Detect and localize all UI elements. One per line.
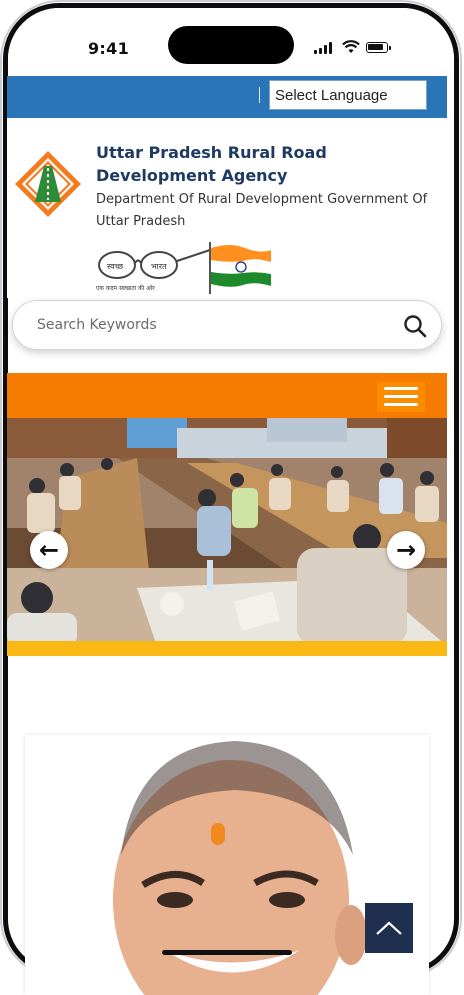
department-subtitle: Department Of Rural Development Governme… xyxy=(96,192,428,229)
search-input[interactable] xyxy=(35,316,339,334)
search-icon[interactable] xyxy=(403,314,427,338)
chevron-up-icon xyxy=(376,921,402,935)
dynamic-island xyxy=(168,26,294,64)
agency-logo[interactable] xyxy=(14,150,82,218)
status-time: 9:41 xyxy=(88,39,129,58)
slider-accent-bar xyxy=(7,641,447,656)
wifi-icon xyxy=(342,40,360,53)
swachh-left-text: स्वच्छ xyxy=(107,262,124,271)
swachh-tagline: एक कदम स्वच्छता की ओर xyxy=(96,284,155,292)
hero-slider: ← → xyxy=(7,418,447,646)
india-flag-icon xyxy=(209,242,271,294)
status-bar: 9:41 xyxy=(8,8,454,82)
battery-icon xyxy=(366,42,391,53)
home-indicator xyxy=(162,950,292,955)
signal-icon xyxy=(314,42,332,54)
swachh-bharat-logo: स्वच्छ भारत एक कदम स्वच्छता की ओर xyxy=(96,248,214,292)
menu-icon[interactable] xyxy=(377,382,425,412)
main-navbar xyxy=(7,373,447,418)
agency-title[interactable]: Uttar Pradesh Rural Road Development Age… xyxy=(96,141,441,187)
site-header: Uttar Pradesh Rural Road Development Age… xyxy=(7,118,447,298)
search-bar xyxy=(12,300,442,350)
top-utility-bar: Select Language xyxy=(7,76,447,118)
chief-minister-card xyxy=(25,735,429,995)
divider xyxy=(259,87,260,103)
chief-minister-portrait xyxy=(25,735,429,995)
language-select[interactable]: Select Language xyxy=(269,80,427,110)
scroll-to-top-button[interactable] xyxy=(365,903,413,953)
slider-next-button[interactable]: → xyxy=(387,531,425,569)
slider-prev-button[interactable]: ← xyxy=(30,531,68,569)
meeting-photo xyxy=(7,418,447,646)
swachh-right-text: भारत xyxy=(151,262,167,271)
